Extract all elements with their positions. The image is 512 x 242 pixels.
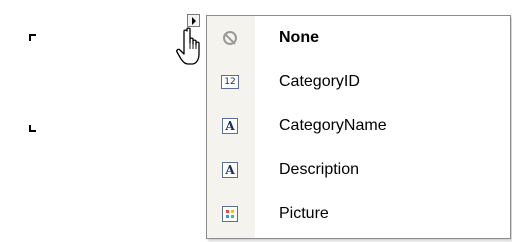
menu-item-categoryid[interactable]: 12 CategoryID xyxy=(207,60,510,104)
menu-item-description[interactable]: A Description xyxy=(207,148,510,192)
menu-item-label: Description xyxy=(279,161,360,178)
menu-item-categoryname[interactable]: A CategoryName xyxy=(207,104,510,148)
design-surface[interactable] xyxy=(0,0,200,242)
menu-item-label: None xyxy=(279,29,319,46)
number-field-icon-glyph: 12 xyxy=(221,75,239,89)
hand-cursor-icon xyxy=(176,27,200,65)
number-field-icon: 12 xyxy=(221,73,239,91)
designer-canvas: None 12 CategoryID A CategoryName A Desc… xyxy=(0,0,512,242)
text-field-icon: A xyxy=(221,117,239,135)
menu-item-label: Picture xyxy=(279,205,329,222)
text-field-icon-glyph: A xyxy=(222,118,238,134)
smart-tag-button[interactable] xyxy=(187,14,200,27)
text-field-icon: A xyxy=(221,161,239,179)
none-icon xyxy=(221,29,239,47)
text-field-icon-glyph: A xyxy=(222,162,238,178)
field-list: None 12 CategoryID A CategoryName A Desc… xyxy=(207,16,510,236)
selection-corner-bottom-left xyxy=(29,125,36,132)
menu-item-none[interactable]: None xyxy=(207,16,510,60)
selection-corner-top-left xyxy=(29,34,36,41)
menu-item-picture[interactable]: Picture xyxy=(207,192,510,236)
menu-item-label: CategoryName xyxy=(279,117,387,134)
field-binding-dropdown: None 12 CategoryID A CategoryName A Desc… xyxy=(206,15,511,239)
menu-item-label: CategoryID xyxy=(279,73,360,90)
picture-field-icon xyxy=(221,205,239,223)
